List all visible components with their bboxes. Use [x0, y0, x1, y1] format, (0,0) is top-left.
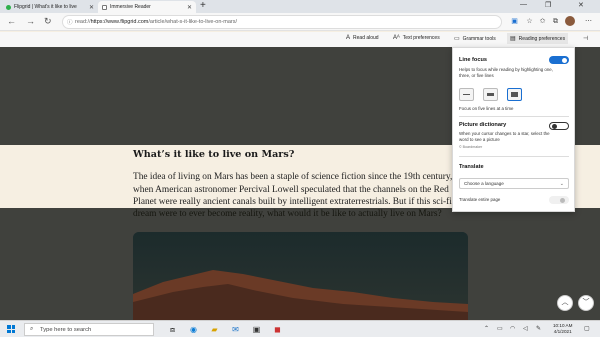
- article-line: Planet were really ancient canals built …: [133, 197, 452, 207]
- wifi-icon[interactable]: ◠: [510, 325, 515, 332]
- new-tab-button[interactable]: +: [200, 0, 206, 11]
- taskbar: ⌕ Type here to search ⧈ ◉ ▰ ✉ ▣ ◼ ⌃ ▭ ◠ …: [0, 320, 600, 337]
- text-preferences-button[interactable]: Aᴬ Text preferences: [393, 35, 440, 41]
- back-button[interactable]: ←: [7, 16, 16, 26]
- line-focus-description: Helps to focus while reading by highligh…: [459, 67, 553, 78]
- text-preferences-icon: Aᴬ: [393, 35, 400, 41]
- address-prefix: read://: [75, 19, 91, 25]
- grammar-tools-icon: ▭: [454, 36, 460, 42]
- tab-label: Flipgrid | What's it like to live: [14, 4, 77, 10]
- clock[interactable]: 10:10 AM 4/1/2021: [553, 323, 572, 335]
- tab-flipgrid[interactable]: Flipgrid | What's it like to live ✕: [2, 1, 98, 13]
- maximize-button[interactable]: ❐: [545, 1, 551, 9]
- one-line-button[interactable]: [459, 88, 474, 101]
- reading-preferences-panel: Line focus Helps to focus while reading …: [452, 47, 575, 212]
- minimize-button[interactable]: —: [520, 1, 527, 8]
- toggle-knob: [552, 123, 557, 129]
- chevron-down-icon: ⌄: [559, 181, 564, 187]
- picture-dictionary-credit: © Boardmaker: [459, 145, 483, 149]
- picture-dictionary-toggle[interactable]: [549, 122, 569, 130]
- article-heading: What’s it like to live on Mars?: [133, 149, 295, 160]
- clock-date: 4/1/2021: [553, 329, 572, 334]
- panel-divider: [459, 116, 569, 117]
- one-line-icon: [463, 94, 470, 95]
- language-select-value: Choose a language: [464, 181, 504, 186]
- file-explorer-icon[interactable]: ▰: [209, 324, 220, 335]
- search-icon: ⌕: [30, 326, 34, 332]
- address-path: /article/what-s-it-like-to-live-on-mars/: [148, 19, 238, 25]
- address-bar[interactable]: ⓘ read://https://www.flipgrid.com/articl…: [62, 15, 502, 29]
- reading-preferences-button[interactable]: ▤ Reading preferences: [507, 33, 569, 44]
- mail-icon[interactable]: ✉: [230, 324, 241, 335]
- more-options-icon[interactable]: ⋯: [584, 17, 593, 26]
- windows-start-icon[interactable]: [7, 325, 15, 333]
- picture-dictionary-title: Picture dictionary: [459, 122, 507, 128]
- info-icon[interactable]: ⓘ: [67, 18, 73, 26]
- reader-favicon-icon: [102, 4, 107, 10]
- mars-landscape-graphic: [133, 232, 468, 320]
- reader-toolbar: A Read aloud Aᴬ Text preferences ▭ Gramm…: [0, 32, 600, 47]
- grammar-tools-button[interactable]: ▭ Grammar tools: [454, 35, 496, 43]
- tray-expand-icon[interactable]: ⌃: [484, 325, 489, 332]
- address-row: ← → ↻ ⓘ read://https://www.flipgrid.com /…: [0, 13, 600, 31]
- pin-icon[interactable]: ⊣: [583, 35, 588, 42]
- close-window-button[interactable]: ✕: [578, 1, 584, 9]
- line-focus-toggle[interactable]: [549, 56, 569, 64]
- avatar[interactable]: [565, 16, 575, 26]
- taskbar-search-placeholder: Type here to search: [40, 326, 92, 333]
- edge-browser-icon[interactable]: ◉: [188, 324, 199, 335]
- taskbar-search[interactable]: ⌕ Type here to search: [24, 323, 154, 336]
- close-tab-icon[interactable]: ✕: [89, 4, 94, 11]
- store-icon[interactable]: ▣: [251, 324, 262, 335]
- text-preferences-label: Text preferences: [402, 35, 440, 41]
- tab-immersive-reader[interactable]: Immersive Reader ✕: [98, 1, 196, 13]
- language-select[interactable]: Choose a language ⌄: [459, 178, 569, 189]
- three-lines-button[interactable]: [483, 88, 498, 101]
- reading-preferences-icon: ▤: [510, 36, 516, 42]
- read-aloud-button[interactable]: A Read aloud: [346, 35, 379, 41]
- translate-entire-page-label: Translate entire page: [459, 197, 501, 202]
- office-icon[interactable]: ◼: [272, 324, 283, 335]
- panel-divider: [459, 156, 569, 157]
- reading-preferences-label: Reading preferences: [518, 35, 566, 42]
- scroll-up-button[interactable]: ︿: [557, 295, 573, 311]
- translate-entire-page-toggle[interactable]: [549, 196, 569, 204]
- close-tab-icon[interactable]: ✕: [187, 4, 192, 11]
- line-focus-dim-bottom: [0, 208, 600, 320]
- read-aloud-label: Read aloud: [353, 35, 379, 41]
- tab-bar: Flipgrid | What's it like to live ✕ Imme…: [0, 0, 600, 13]
- line-focus-title: Line focus: [459, 57, 487, 63]
- scroll-down-button[interactable]: ﹀: [578, 295, 594, 311]
- pen-icon[interactable]: ✎: [536, 325, 541, 332]
- article-line: The idea of living on Mars has been a st…: [133, 172, 453, 182]
- toggle-knob: [560, 197, 565, 203]
- forward-button[interactable]: →: [26, 16, 35, 26]
- grammar-tools-label: Grammar tools: [462, 35, 496, 42]
- favorite-star-icon[interactable]: ☆: [525, 17, 534, 26]
- mars-landscape-image: [133, 232, 468, 320]
- immersive-reader-icon[interactable]: ▣: [510, 17, 519, 26]
- volume-icon[interactable]: ◁: [523, 325, 528, 332]
- five-lines-button[interactable]: [507, 88, 522, 101]
- task-view-icon[interactable]: ⧈: [167, 324, 178, 335]
- three-lines-icon: [487, 93, 494, 96]
- battery-icon[interactable]: ▭: [497, 325, 503, 332]
- picture-dictionary-description: When your cursor changes to a star, sele…: [459, 131, 550, 142]
- tab-label: Immersive Reader: [110, 4, 151, 10]
- refresh-button[interactable]: ↻: [44, 16, 52, 27]
- toggle-knob: [562, 57, 567, 63]
- read-aloud-icon: A: [346, 35, 351, 41]
- notifications-icon[interactable]: ▢: [584, 325, 590, 332]
- flipgrid-favicon-icon: [6, 4, 11, 10]
- translate-title: Translate: [459, 164, 484, 170]
- address-host: https://www.flipgrid.com: [90, 19, 149, 25]
- article-line: dream were to ever become reality, what …: [133, 209, 442, 219]
- line-focus-caption: Focus on five lines at a time: [459, 106, 514, 111]
- five-lines-icon: [511, 92, 518, 97]
- article-line: when American astronomer Percival Lowell…: [133, 185, 449, 195]
- favorites-icon[interactable]: ✩: [538, 17, 547, 26]
- collections-icon[interactable]: ⧉: [551, 17, 560, 26]
